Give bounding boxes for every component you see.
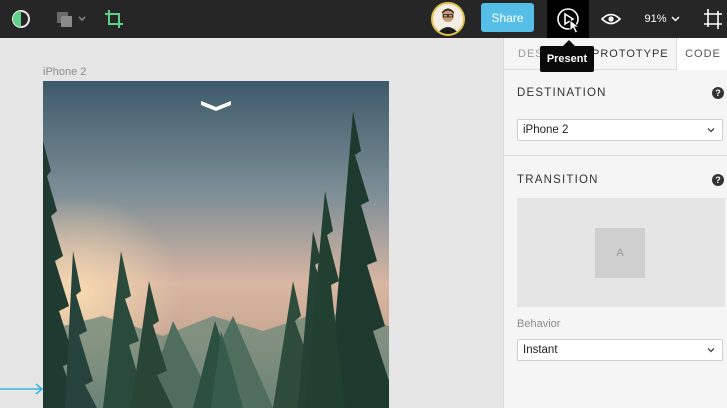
chevron-down-icon bbox=[78, 16, 86, 22]
destination-value: iPhone 2 bbox=[523, 124, 569, 136]
share-button[interactable]: Share bbox=[481, 3, 534, 32]
artboard-title[interactable]: iPhone 2 bbox=[43, 66, 86, 78]
section-divider bbox=[504, 155, 727, 156]
theme-toggle-icon[interactable] bbox=[10, 8, 32, 30]
forest-background-image bbox=[43, 81, 389, 408]
behavior-value: Instant bbox=[523, 344, 558, 356]
behavior-select[interactable]: Instant bbox=[517, 339, 723, 361]
present-button[interactable] bbox=[547, 0, 589, 38]
crop-icon[interactable] bbox=[103, 8, 125, 30]
tab-code[interactable]: CODE bbox=[676, 38, 727, 70]
behavior-label: Behavior bbox=[517, 318, 561, 330]
chevron-down-icon bbox=[707, 128, 715, 133]
transition-preview: A bbox=[517, 198, 725, 307]
zoom-dropdown[interactable]: 91% bbox=[638, 10, 686, 28]
top-toolbar: Share 91% bbox=[0, 0, 727, 38]
chevron-down-icon bbox=[707, 348, 715, 353]
transition-state-a: A bbox=[595, 228, 645, 278]
present-tooltip: Present bbox=[540, 40, 594, 72]
zoom-value: 91% bbox=[644, 13, 667, 25]
shapes-icon[interactable] bbox=[55, 9, 89, 29]
help-icon[interactable]: ? bbox=[712, 174, 724, 186]
artboard-icon[interactable] bbox=[702, 7, 724, 31]
tab-prototype[interactable]: PROTOTYPE bbox=[592, 38, 669, 69]
transition-heading: TRANSITION bbox=[517, 174, 599, 186]
mode-tabs: DESIGN PROTOTYPE CODE bbox=[504, 38, 727, 70]
chevron-down-icon bbox=[671, 16, 680, 22]
destination-heading: DESTINATION bbox=[517, 87, 607, 99]
avatar[interactable] bbox=[431, 2, 465, 36]
eye-icon[interactable] bbox=[600, 9, 622, 29]
artboard-iphone-2[interactable] bbox=[43, 81, 389, 408]
help-icon[interactable]: ? bbox=[712, 87, 724, 99]
prototype-link-arrow[interactable] bbox=[0, 382, 46, 396]
properties-panel: DESIGN PROTOTYPE CODE DESTINATION ? iPho… bbox=[503, 38, 727, 408]
destination-select[interactable]: iPhone 2 bbox=[517, 119, 723, 141]
present-icon bbox=[557, 8, 581, 34]
